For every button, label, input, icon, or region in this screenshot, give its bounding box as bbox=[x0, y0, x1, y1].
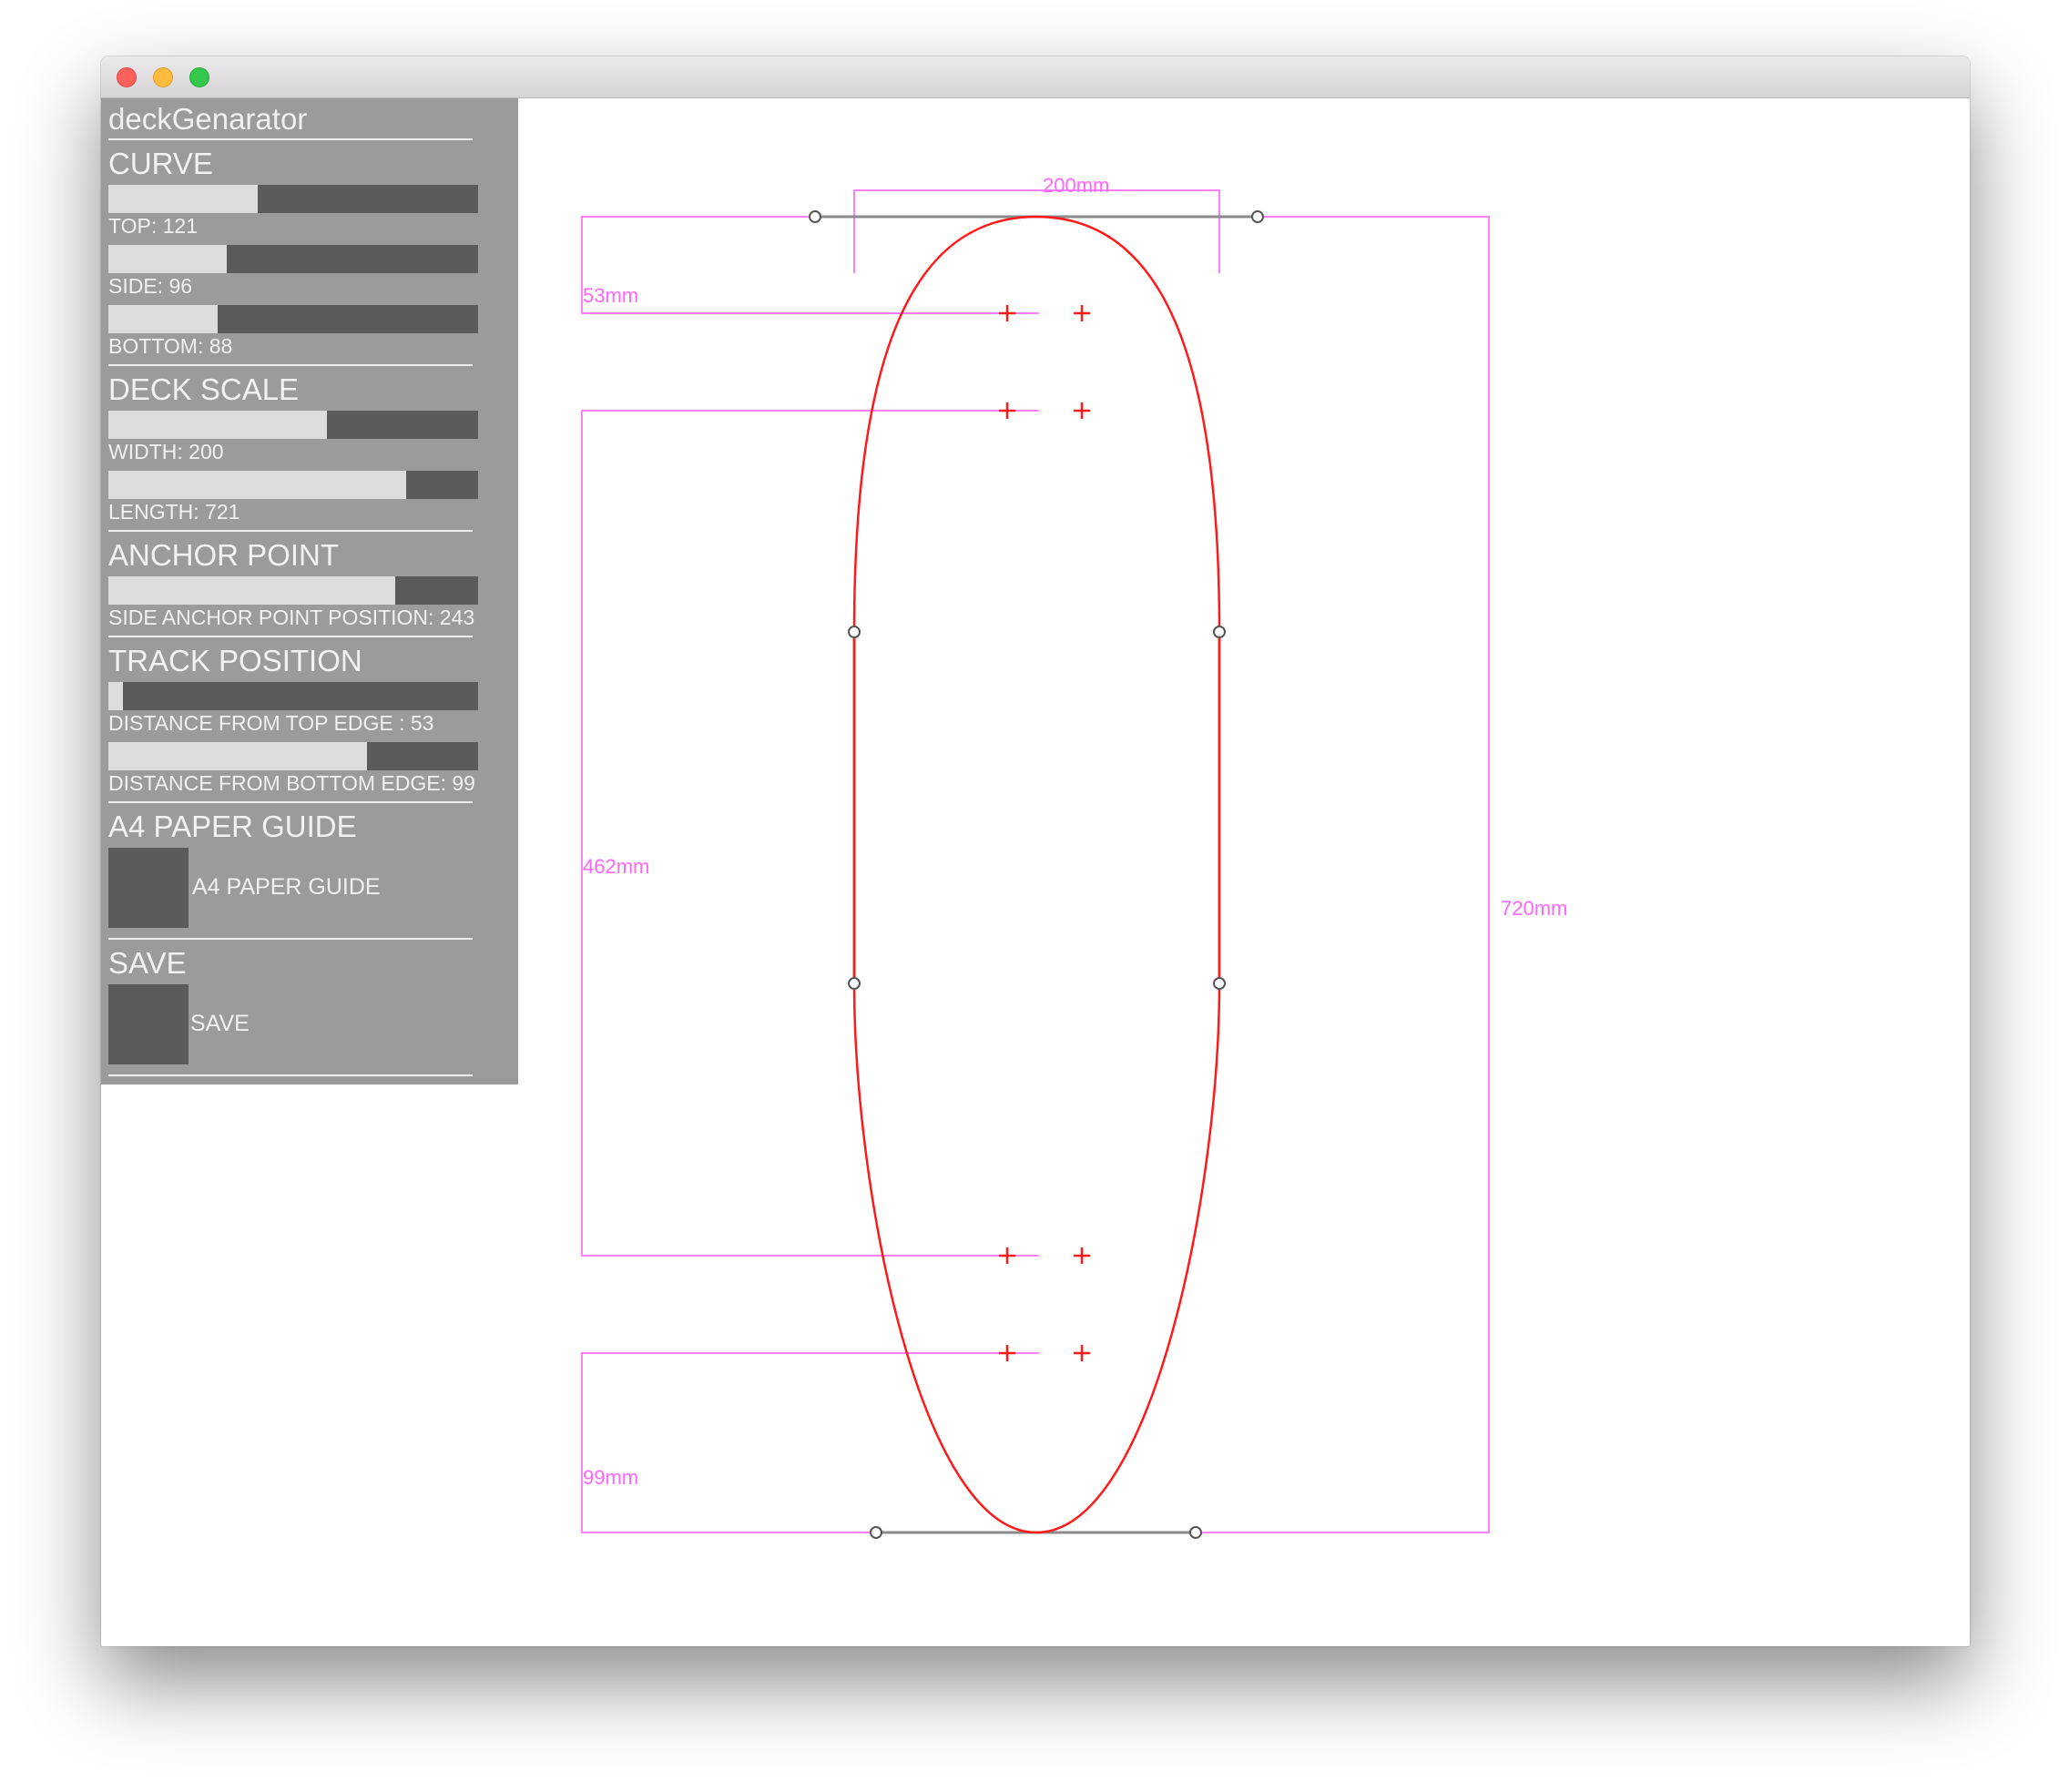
a4-guide-toggle[interactable] bbox=[108, 848, 189, 928]
track-top-distance-slider-fill bbox=[108, 682, 124, 710]
right-upper-anchor-point[interactable] bbox=[1213, 626, 1226, 638]
save-button-label: SAVE bbox=[190, 1011, 250, 1036]
truck-hole-mark bbox=[1074, 305, 1090, 321]
top-track-dimension-label: 53mm bbox=[583, 284, 638, 307]
anchor-point-section-title: ANCHOR POINT bbox=[108, 538, 340, 572]
bottom-track-dimension-guide bbox=[581, 1352, 1039, 1533]
truck-hole-mark bbox=[999, 305, 1015, 321]
deck-outline bbox=[852, 215, 1221, 1534]
app-window: 200mm 720mm 53mm 462mm 99mm deckGenarato… bbox=[101, 56, 1970, 1646]
truck-hole-mark bbox=[999, 402, 1015, 419]
track-bottom-distance-slider-fill bbox=[108, 742, 368, 770]
panel-divider bbox=[108, 138, 473, 140]
bottom-left-handle-point[interactable] bbox=[870, 1526, 882, 1539]
curve-top-label: TOP: 121 bbox=[108, 214, 199, 238]
drawing-canvas: 200mm 720mm 53mm 462mm 99mm deckGenarato… bbox=[101, 98, 1970, 1646]
top-track-dimension-guide bbox=[581, 216, 1039, 314]
panel-divider bbox=[108, 801, 473, 803]
curve-section-title: CURVE bbox=[108, 147, 213, 180]
curve-side-slider-fill bbox=[108, 245, 227, 273]
panel-divider bbox=[108, 938, 473, 940]
truck-hole-mark bbox=[999, 1345, 1015, 1361]
top-left-handle-point[interactable] bbox=[809, 210, 821, 223]
bezier-handles bbox=[815, 215, 1258, 1534]
track-position-section-title: TRACK POSITION bbox=[108, 644, 362, 677]
close-window-button[interactable] bbox=[117, 67, 137, 87]
panel-divider bbox=[108, 364, 473, 366]
curve-bottom-label: BOTTOM: 88 bbox=[108, 334, 233, 358]
control-panel: deckGenarator CURVE TOP: 121 SIDE: 96 BO… bbox=[101, 98, 518, 1084]
deck-scale-section-title: DECK SCALE bbox=[108, 372, 300, 406]
curve-top-slider-fill bbox=[108, 185, 259, 213]
save-button[interactable] bbox=[108, 984, 189, 1064]
track-bottom-distance-slider[interactable] bbox=[108, 742, 478, 770]
title-bar[interactable] bbox=[101, 56, 1970, 98]
zoom-window-button[interactable] bbox=[189, 67, 209, 87]
curve-side-slider[interactable] bbox=[108, 245, 478, 273]
truck-hole-mark bbox=[999, 1247, 1015, 1264]
width-dimension-label: 200mm bbox=[1043, 174, 1109, 197]
track-top-distance-slider[interactable] bbox=[108, 682, 478, 710]
left-lower-anchor-point[interactable] bbox=[848, 977, 861, 990]
a4-guide-section-title: A4 PAPER GUIDE bbox=[108, 809, 357, 843]
save-section-title: SAVE bbox=[108, 946, 187, 980]
top-right-handle-point[interactable] bbox=[1251, 210, 1264, 223]
deck-width-slider-fill bbox=[108, 411, 327, 439]
bottom-right-handle-point[interactable] bbox=[1189, 1526, 1202, 1539]
curve-bottom-slider-fill bbox=[108, 305, 218, 333]
a4-guide-toggle-label: A4 PAPER GUIDE bbox=[192, 874, 381, 900]
minimize-window-button[interactable] bbox=[153, 67, 173, 87]
length-dimension-label: 720mm bbox=[1501, 897, 1567, 920]
right-lower-anchor-point[interactable] bbox=[1213, 977, 1226, 990]
truck-hole-mark bbox=[1074, 402, 1090, 419]
track-bottom-distance-label: DISTANCE FROM BOTTOM EDGE: 99 bbox=[108, 771, 475, 795]
truck-hole-mark bbox=[1074, 1345, 1090, 1361]
dimension-guides bbox=[581, 189, 1490, 1533]
panel-divider bbox=[108, 1074, 473, 1076]
wheelbase-dimension-guide bbox=[581, 410, 1039, 1257]
deck-width-slider[interactable] bbox=[108, 411, 478, 439]
deck-width-label: WIDTH: 200 bbox=[108, 440, 224, 463]
side-anchor-slider-fill bbox=[108, 576, 395, 605]
deck-length-label: LENGTH: 721 bbox=[108, 500, 240, 524]
curve-side-label: SIDE: 96 bbox=[108, 274, 193, 298]
truck-hole-mark bbox=[1074, 1247, 1090, 1264]
side-anchor-slider[interactable] bbox=[108, 576, 478, 605]
wheelbase-dimension-label: 462mm bbox=[583, 855, 649, 878]
width-dimension-guide bbox=[853, 189, 1220, 273]
deck-length-slider-fill bbox=[108, 471, 406, 499]
curve-bottom-slider[interactable] bbox=[108, 305, 478, 333]
app-title: deckGenarator bbox=[108, 102, 308, 136]
track-top-distance-label: DISTANCE FROM TOP EDGE : 53 bbox=[108, 711, 434, 735]
panel-divider bbox=[108, 530, 473, 532]
truck-hole-marks bbox=[999, 305, 1090, 1361]
length-dimension-guide bbox=[1194, 216, 1490, 1533]
deck-length-slider[interactable] bbox=[108, 471, 478, 499]
side-anchor-label: SIDE ANCHOR POINT POSITION: 243 bbox=[108, 606, 475, 629]
bottom-track-dimension-label: 99mm bbox=[583, 1466, 638, 1489]
curve-top-slider[interactable] bbox=[108, 185, 478, 213]
left-upper-anchor-point[interactable] bbox=[848, 626, 861, 638]
panel-divider bbox=[108, 636, 473, 637]
